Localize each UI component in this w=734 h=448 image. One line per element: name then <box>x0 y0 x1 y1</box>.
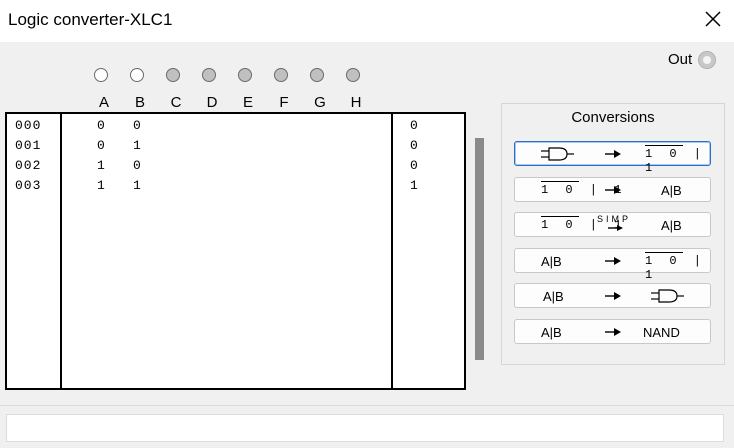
row-index: 000 <box>15 118 42 133</box>
input-terminal-c[interactable] <box>166 68 180 82</box>
output-cell[interactable]: 1 <box>410 178 418 193</box>
arrow-right-icon <box>605 186 621 194</box>
conversions-title: Conversions <box>571 109 655 126</box>
expression-icon: A|B <box>661 183 682 198</box>
out-terminal[interactable] <box>698 51 716 69</box>
input-label-c[interactable]: C <box>166 94 186 111</box>
row-index: 002 <box>15 158 42 173</box>
cell-a: 0 <box>97 138 105 153</box>
status-bar <box>0 405 734 448</box>
truth-table-to-simplified-expression-button[interactable]: 1 0 | 1 SIMP A|B <box>514 212 711 237</box>
cell-b: 1 <box>133 138 141 153</box>
truth-table-icon: 1 0 | 1 <box>645 147 707 175</box>
cell-a: 1 <box>97 158 105 173</box>
input-terminal-a[interactable] <box>94 68 108 82</box>
cell-b: 0 <box>133 118 141 133</box>
cell-a: 1 <box>97 178 105 193</box>
nand-label: NAND <box>643 325 680 340</box>
input-terminal-e[interactable] <box>238 68 252 82</box>
arrow-right-icon <box>605 150 621 158</box>
input-label-b[interactable]: B <box>130 94 150 111</box>
input-terminal-h[interactable] <box>346 68 360 82</box>
input-label-h[interactable]: H <box>346 94 366 111</box>
input-terminal-d[interactable] <box>202 68 216 82</box>
input-label-d[interactable]: D <box>202 94 222 111</box>
status-field <box>6 414 724 442</box>
arrow-right-icon <box>608 225 623 231</box>
arrow-right-icon <box>605 328 621 336</box>
arrow-right-icon <box>605 292 621 300</box>
output-cell[interactable]: 0 <box>410 158 418 173</box>
out-label: Out <box>668 51 693 68</box>
table-divider <box>60 114 62 388</box>
gate-icon <box>541 147 574 161</box>
arrow-right-icon <box>605 257 621 265</box>
row-index: 003 <box>15 178 42 193</box>
cell-a: 0 <box>97 118 105 133</box>
output-cell[interactable]: 0 <box>410 118 418 133</box>
input-terminal-g[interactable] <box>310 68 324 82</box>
gate-icon <box>651 289 684 303</box>
expression-icon: A|B <box>541 254 562 269</box>
window-title: Logic converter-XLC1 <box>8 10 173 29</box>
conversions-panel: Conversions 1 0 | 1 1 0 | 1 A|B 1 0 | 1 … <box>501 103 725 365</box>
title-bar: Logic converter-XLC1 <box>0 0 734 42</box>
input-label-e[interactable]: E <box>238 94 258 111</box>
input-terminal-f[interactable] <box>274 68 288 82</box>
cell-b: 1 <box>133 178 141 193</box>
cell-b: 0 <box>133 158 141 173</box>
expression-icon: A|B <box>543 289 564 304</box>
truth-table[interactable]: 000 0 0 0 001 0 1 0 002 1 0 0 003 1 1 1 <box>5 112 466 390</box>
table-scrollbar[interactable] <box>475 138 484 360</box>
close-icon <box>705 11 721 27</box>
table-divider <box>391 114 393 388</box>
expression-to-truth-table-button[interactable]: A|B 1 0 | 1 <box>514 248 711 282</box>
row-index: 001 <box>15 138 42 153</box>
output-cell[interactable]: 0 <box>410 138 418 153</box>
expression-to-circuit-button[interactable]: A|B <box>514 283 711 308</box>
input-label-g[interactable]: G <box>310 94 330 111</box>
truth-table-to-expression-button[interactable]: 1 0 | 1 A|B <box>514 177 711 202</box>
expression-icon: A|B <box>661 218 682 233</box>
truth-table-icon: 1 0 | 1 <box>645 254 707 282</box>
input-label-a[interactable]: A <box>94 94 114 111</box>
expression-icon: A|B <box>541 325 562 340</box>
close-button[interactable] <box>694 0 734 40</box>
input-terminal-b[interactable] <box>130 68 144 82</box>
expression-to-nand-button[interactable]: A|B NAND <box>514 319 711 344</box>
circuit-to-truth-table-button[interactable]: 1 0 | 1 <box>514 141 711 175</box>
input-label-f[interactable]: F <box>274 94 294 111</box>
